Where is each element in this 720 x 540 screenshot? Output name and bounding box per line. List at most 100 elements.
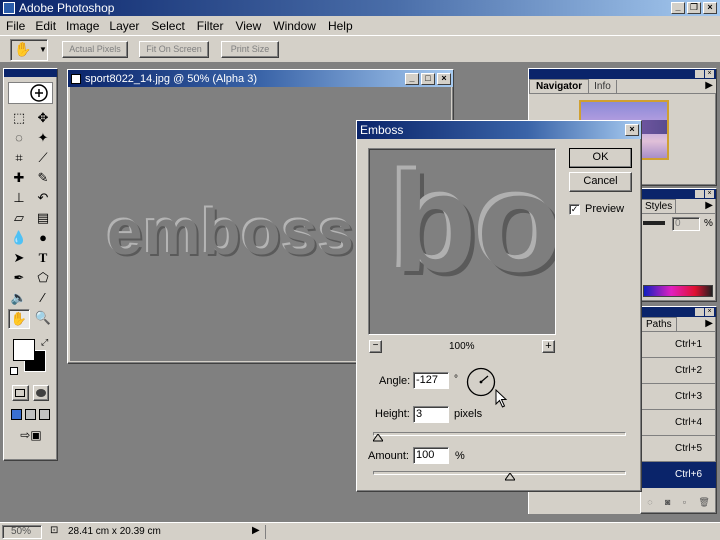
- menu-file[interactable]: File: [6, 19, 25, 33]
- channels-minimize-icon[interactable]: [695, 308, 704, 316]
- channel-row-selected[interactable]: Ctrl+6: [641, 462, 716, 488]
- height-slider-thumb[interactable]: [373, 434, 384, 442]
- doc-minimize-icon[interactable]: _: [405, 72, 419, 85]
- gradient-tool-icon[interactable]: ▤: [32, 209, 54, 227]
- delete-channel-icon[interactable]: 🗑: [698, 497, 709, 511]
- cancel-button[interactable]: Cancel: [569, 172, 632, 192]
- menu-edit[interactable]: Edit: [35, 19, 56, 33]
- height-unit: pixels: [454, 408, 483, 420]
- doc-maximize-icon[interactable]: □: [421, 72, 435, 85]
- doc-close-icon[interactable]: ×: [437, 72, 451, 85]
- amount-input[interactable]: 100: [413, 447, 449, 464]
- crop-tool-icon[interactable]: ⌗: [8, 149, 30, 167]
- magic-wand-tool-icon[interactable]: ✦: [32, 129, 54, 147]
- fit-on-screen-button[interactable]: Fit On Screen: [139, 41, 209, 58]
- menu-view[interactable]: View: [235, 19, 261, 33]
- status-bar: 50% ⊡ 28.41 cm x 20.39 cm ▶: [0, 522, 720, 540]
- angle-dial[interactable]: [465, 366, 499, 398]
- status-menu-arrow-icon[interactable]: ▶: [252, 525, 260, 536]
- dialog-close-icon[interactable]: ×: [625, 124, 639, 136]
- load-selection-icon[interactable]: ◌: [647, 497, 652, 511]
- type-tool-icon[interactable]: T: [32, 249, 54, 267]
- height-slider[interactable]: [373, 432, 626, 442]
- channels-menu-icon[interactable]: ▶: [705, 318, 713, 329]
- zoom-tool-icon[interactable]: 🔍: [32, 309, 54, 329]
- print-size-button[interactable]: Print Size: [221, 41, 279, 58]
- channel-row[interactable]: Ctrl+3: [641, 384, 716, 410]
- styles-minimize-icon[interactable]: [695, 190, 704, 198]
- menu-layer[interactable]: Layer: [109, 19, 139, 33]
- menu-help[interactable]: Help: [328, 19, 353, 33]
- channel-row[interactable]: Ctrl+2: [641, 358, 716, 384]
- zoom-in-button[interactable]: +: [542, 340, 555, 353]
- marquee-tool-icon[interactable]: ⬚: [8, 109, 30, 127]
- shape-tool-icon[interactable]: ⬠: [32, 269, 54, 287]
- channel-row[interactable]: Ctrl+1: [641, 332, 716, 358]
- menu-filter[interactable]: Filter: [197, 19, 224, 33]
- navigator-menu-icon[interactable]: ▶: [705, 80, 713, 91]
- angle-input[interactable]: -127: [413, 372, 449, 389]
- channel-shortcut: Ctrl+3: [675, 391, 702, 402]
- color-swatches[interactable]: ⤢: [8, 337, 53, 379]
- menu-select[interactable]: Select: [151, 19, 184, 33]
- styles-menu-icon[interactable]: ▶: [705, 200, 713, 211]
- preview-pane[interactable]: bo: [368, 148, 556, 335]
- save-selection-icon[interactable]: ◙: [665, 497, 670, 511]
- preview-zoom-level: 100%: [449, 341, 475, 352]
- height-input[interactable]: 3: [413, 406, 449, 423]
- clone-stamp-tool-icon[interactable]: ⊥: [8, 189, 30, 207]
- preview-checkbox[interactable]: ✓: [569, 203, 580, 215]
- channel-row[interactable]: Ctrl+5: [641, 436, 716, 462]
- minimize-icon[interactable]: _: [671, 2, 685, 14]
- menu-window[interactable]: Window: [273, 19, 316, 33]
- status-zoom[interactable]: 50%: [2, 525, 42, 539]
- amount-slider[interactable]: [373, 471, 626, 481]
- history-brush-tool-icon[interactable]: ↶: [32, 189, 54, 207]
- amount-slider-thumb[interactable]: [504, 473, 515, 481]
- hand-tool-active-icon[interactable]: ✋: [8, 309, 30, 329]
- healing-brush-tool-icon[interactable]: ✚: [8, 169, 30, 187]
- style-swatch-strip[interactable]: [643, 285, 713, 297]
- styles-close-icon[interactable]: ×: [705, 190, 714, 198]
- preview-checkbox-row[interactable]: ✓ Preview: [569, 203, 624, 215]
- nav-close-icon[interactable]: ×: [705, 70, 714, 78]
- eyedropper-tool-icon[interactable]: ⁄: [32, 289, 54, 307]
- standard-screen-mode-icon[interactable]: [11, 409, 22, 420]
- tool-preset-picker[interactable]: ✋ ▼: [10, 39, 48, 61]
- brush-tool-icon[interactable]: ✎: [32, 169, 54, 187]
- restore-icon[interactable]: ❐: [687, 2, 701, 14]
- eraser-tool-icon[interactable]: ▱: [8, 209, 30, 227]
- jump-to-imageready-icon[interactable]: ⇨▣: [11, 428, 51, 444]
- full-screen-mode-icon[interactable]: [39, 409, 50, 420]
- zoom-out-button[interactable]: −: [369, 340, 382, 353]
- move-tool-icon[interactable]: ✥: [32, 109, 54, 127]
- new-channel-icon[interactable]: ▫: [683, 497, 686, 511]
- tab-paths[interactable]: Paths: [641, 317, 677, 331]
- tab-info[interactable]: Info: [589, 80, 617, 93]
- path-selection-tool-icon[interactable]: ➤: [8, 249, 30, 267]
- status-divider: [265, 525, 266, 539]
- dodge-tool-icon[interactable]: ●: [32, 229, 54, 247]
- actual-pixels-button[interactable]: Actual Pixels: [62, 41, 128, 58]
- ok-button[interactable]: OK: [569, 148, 632, 168]
- opacity-swatch: [643, 221, 665, 225]
- standard-mode-icon[interactable]: [12, 385, 29, 401]
- menu-image[interactable]: Image: [66, 19, 99, 33]
- opacity-input[interactable]: 0: [672, 217, 700, 231]
- channels-close-icon[interactable]: ×: [705, 308, 714, 316]
- default-colors-icon[interactable]: [10, 367, 18, 375]
- pen-tool-icon[interactable]: ✒: [8, 269, 30, 287]
- channel-row[interactable]: Ctrl+4: [641, 410, 716, 436]
- tab-navigator[interactable]: Navigator: [529, 79, 590, 93]
- nav-minimize-icon[interactable]: [695, 70, 704, 78]
- notes-tool-icon[interactable]: 🔈: [8, 289, 30, 307]
- foreground-color-swatch[interactable]: [13, 339, 35, 361]
- close-icon[interactable]: ×: [703, 2, 717, 14]
- full-screen-menu-mode-icon[interactable]: [25, 409, 36, 420]
- tab-styles[interactable]: Styles: [641, 199, 677, 213]
- swap-colors-icon[interactable]: ⤢: [41, 337, 48, 348]
- blur-tool-icon[interactable]: 💧: [8, 229, 30, 247]
- quick-mask-mode-icon[interactable]: [32, 385, 49, 401]
- lasso-tool-icon[interactable]: ◌: [8, 129, 30, 147]
- slice-tool-icon[interactable]: ⟋: [32, 149, 54, 167]
